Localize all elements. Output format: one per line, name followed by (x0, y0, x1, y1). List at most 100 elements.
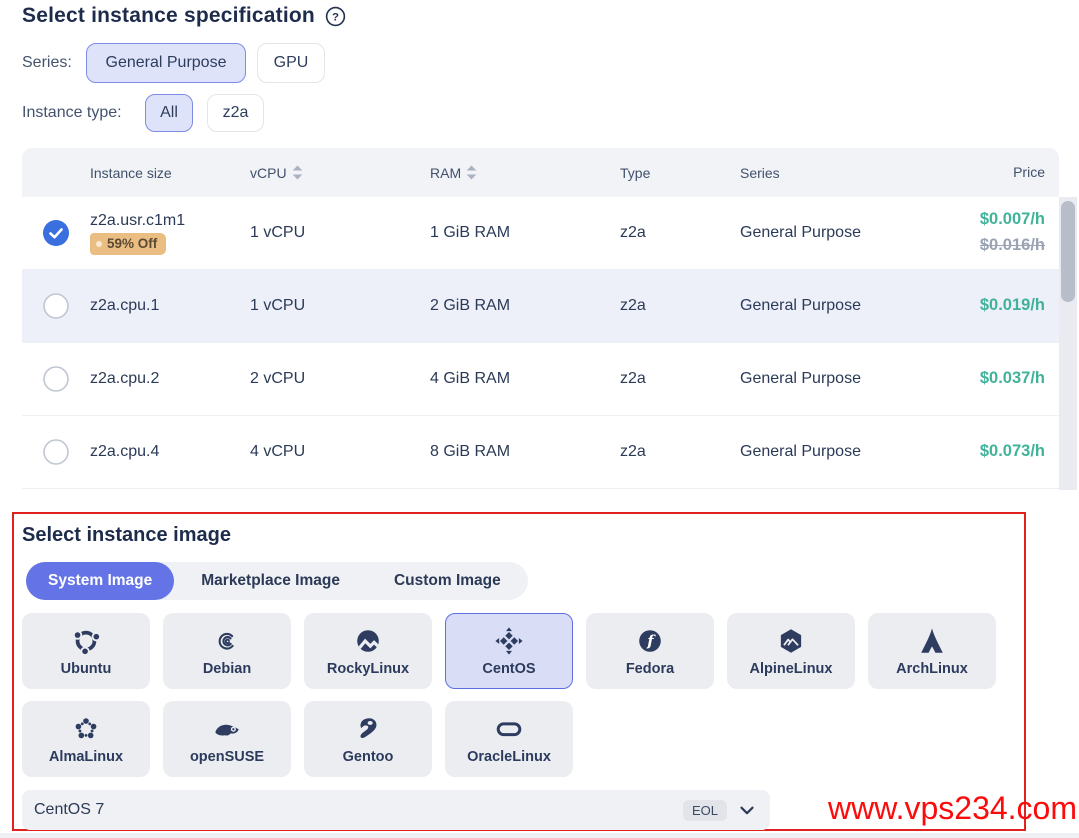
type-value: z2a (620, 370, 740, 388)
os-option-centos[interactable]: CentOS (445, 613, 573, 689)
os-options-grid: Ubuntu Debian RockyLinux CentOS (22, 613, 996, 777)
series-label: Series: (22, 54, 86, 72)
type-value: z2a (620, 224, 740, 242)
series-option-gpu[interactable]: GPU (257, 43, 325, 83)
ram-value: 4 GiB RAM (430, 370, 620, 388)
radio-unchecked-icon[interactable] (43, 293, 69, 319)
header-series: Series (740, 165, 940, 181)
instance-type-option-all[interactable]: All (145, 94, 193, 132)
instance-config-page: Select instance specification ? Series: … (0, 0, 1079, 838)
tab-marketplace-image[interactable]: Marketplace Image (174, 562, 367, 600)
instance-type-selector: Instance type: All z2a (22, 94, 264, 132)
header-price: Price (940, 162, 1059, 184)
table-row[interactable]: z2a.cpu.2 2 vCPU 4 GiB RAM z2a General P… (22, 343, 1059, 416)
watermark: www.vps234.com (828, 790, 1077, 827)
vcpu-value: 2 vCPU (250, 370, 430, 388)
header-type: Type (620, 165, 740, 181)
os-option-almalinux[interactable]: AlmaLinux (22, 701, 150, 777)
series-value: General Purpose (740, 370, 940, 388)
tab-custom-image[interactable]: Custom Image (367, 562, 528, 600)
almalinux-icon (71, 714, 101, 744)
archlinux-icon (917, 626, 947, 656)
os-option-archlinux[interactable]: ArchLinux (868, 613, 996, 689)
os-option-gentoo[interactable]: Gentoo (304, 701, 432, 777)
os-option-oraclelinux[interactable]: OracleLinux (445, 701, 573, 777)
table-row[interactable]: z2a.usr.c1m1 59% Off 1 vCPU 1 GiB RAM z2… (22, 197, 1059, 270)
instance-type-option-z2a[interactable]: z2a (207, 94, 264, 132)
table-scrollbar-thumb[interactable] (1061, 201, 1075, 302)
os-label: AlpineLinux (750, 661, 833, 677)
price-value: $0.037/h (940, 366, 1045, 392)
table-row[interactable]: z2a.cpu.1 1 vCPU 2 GiB RAM z2a General P… (22, 270, 1059, 343)
series-option-general-purpose[interactable]: General Purpose (86, 43, 246, 83)
spec-section-header: Select instance specification ? (22, 4, 346, 28)
sort-icon[interactable] (292, 165, 303, 180)
series-value: General Purpose (740, 297, 940, 315)
ram-value: 2 GiB RAM (430, 297, 620, 315)
gentoo-icon (353, 714, 383, 744)
vcpu-value: 4 vCPU (250, 443, 430, 461)
os-label: Fedora (626, 661, 674, 677)
image-section-title: Select instance image (22, 524, 231, 547)
os-label: openSUSE (190, 749, 264, 765)
help-icon[interactable]: ? (325, 6, 346, 27)
os-label: Gentoo (343, 749, 394, 765)
price-value: $0.019/h (940, 293, 1045, 319)
bottom-divider (0, 833, 1079, 838)
table-row[interactable]: z2a.cpu.4 4 vCPU 8 GiB RAM z2a General P… (22, 416, 1059, 489)
instance-image-section: Select instance image System Image Marke… (12, 512, 1026, 831)
header-ram-sort[interactable]: RAM (430, 165, 620, 181)
os-label: AlmaLinux (49, 749, 123, 765)
series-selector: Series: General Purpose GPU (22, 43, 325, 83)
os-version-select[interactable]: CentOS 7 EOL (22, 790, 770, 830)
discount-badge: 59% Off (90, 233, 166, 255)
os-label: RockyLinux (327, 661, 409, 677)
os-label: OracleLinux (467, 749, 551, 765)
eol-badge: EOL (683, 800, 727, 821)
os-option-alpinelinux[interactable]: AlpineLinux (727, 613, 855, 689)
instance-size-value: z2a.cpu.4 (90, 443, 159, 461)
vcpu-value: 1 vCPU (250, 297, 430, 315)
radio-checked-icon[interactable] (43, 220, 69, 246)
instance-table-header: Instance size vCPU RAM Type Series Price (22, 148, 1059, 197)
type-value: z2a (620, 297, 740, 315)
image-tabs: System Image Marketplace Image Custom Im… (26, 562, 528, 600)
series-value: General Purpose (740, 443, 940, 461)
spec-section-title: Select instance specification (22, 4, 315, 28)
rockylinux-icon (353, 626, 383, 656)
tab-system-image[interactable]: System Image (26, 562, 174, 600)
chevron-down-icon[interactable] (736, 799, 758, 821)
os-label: Debian (203, 661, 251, 677)
os-option-ubuntu[interactable]: Ubuntu (22, 613, 150, 689)
series-value: General Purpose (740, 224, 940, 242)
instance-table: Instance size vCPU RAM Type Series Price… (22, 148, 1059, 489)
radio-unchecked-icon[interactable] (43, 366, 69, 392)
os-label: ArchLinux (896, 661, 968, 677)
os-option-rockylinux[interactable]: RockyLinux (304, 613, 432, 689)
instance-size-value: z2a.usr.c1m1 (90, 212, 185, 230)
instance-size-value: z2a.cpu.1 (90, 297, 159, 315)
centos-icon (494, 626, 524, 656)
header-instance-size: Instance size (90, 165, 250, 181)
alpinelinux-icon (776, 626, 806, 656)
os-option-opensuse[interactable]: openSUSE (163, 701, 291, 777)
original-price-value: $0.016/h (940, 233, 1045, 259)
opensuse-icon (212, 714, 242, 744)
header-vcpu-sort[interactable]: vCPU (250, 165, 430, 181)
svg-text:?: ? (332, 11, 339, 23)
ram-value: 1 GiB RAM (430, 224, 620, 242)
oraclelinux-icon (494, 714, 524, 744)
instance-type-label: Instance type: (22, 104, 145, 122)
instance-size-value: z2a.cpu.2 (90, 370, 159, 388)
os-option-fedora[interactable]: f Fedora (586, 613, 714, 689)
radio-unchecked-icon[interactable] (43, 439, 69, 465)
os-version-value: CentOS 7 (34, 801, 104, 819)
ubuntu-icon (71, 626, 101, 656)
ram-value: 8 GiB RAM (430, 443, 620, 461)
os-label: Ubuntu (61, 661, 112, 677)
os-label: CentOS (482, 661, 535, 677)
sort-icon[interactable] (466, 165, 477, 180)
os-option-debian[interactable]: Debian (163, 613, 291, 689)
price-value: $0.073/h (940, 439, 1045, 465)
price-value: $0.007/h (940, 207, 1045, 233)
